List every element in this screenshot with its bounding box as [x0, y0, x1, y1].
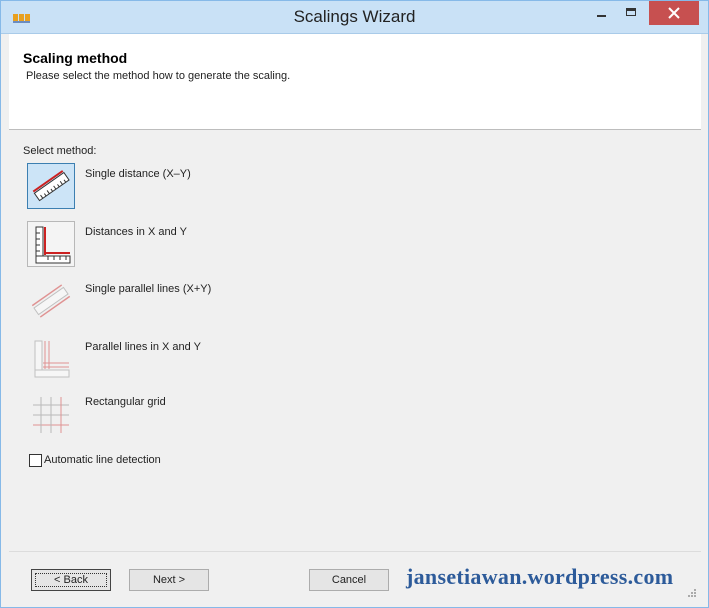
auto-line-detection-checkbox[interactable] — [29, 454, 42, 467]
single-distance-icon — [32, 170, 70, 202]
close-icon — [668, 7, 680, 19]
maximize-icon — [626, 8, 636, 16]
method-single-distance-button[interactable] — [27, 163, 75, 209]
wizard-header: Scaling method Please select the method … — [9, 34, 701, 130]
watermark-text: jansetiawan.wordpress.com — [406, 564, 674, 589]
wizard-window: Scalings Wizard Scaling method Please se… — [0, 0, 709, 608]
close-button[interactable] — [649, 1, 699, 25]
page-title: Scaling method — [23, 50, 128, 66]
next-button-label: Next > — [152, 574, 186, 586]
distances-xy-icon — [35, 226, 71, 264]
select-method-label: Select method: — [23, 145, 97, 157]
parallel-lines-xy-icon — [34, 340, 70, 378]
minimize-button[interactable] — [587, 1, 615, 25]
method-single-parallel-lines-label: Single parallel lines (X+Y) — [85, 283, 212, 295]
back-button[interactable]: < Back — [31, 569, 111, 591]
method-distances-xy-label: Distances in X and Y — [85, 226, 187, 238]
auto-line-detection-label: Automatic line detection — [44, 454, 161, 466]
single-parallel-lines-icon — [31, 284, 71, 318]
cancel-button[interactable]: Cancel — [309, 569, 389, 591]
method-distances-xy-button[interactable] — [27, 221, 75, 267]
page-subtitle: Please select the method how to generate… — [26, 70, 291, 82]
method-rectangular-grid-button[interactable] — [27, 392, 75, 438]
method-parallel-lines-xy-label: Parallel lines in X and Y — [85, 341, 201, 353]
method-rectangular-grid-label: Rectangular grid — [85, 396, 166, 408]
minimize-icon — [597, 15, 606, 17]
maximize-button[interactable] — [615, 1, 647, 25]
method-single-parallel-lines-button[interactable] — [27, 278, 75, 324]
rectangular-grid-icon — [33, 397, 69, 433]
wizard-footer: < Back Next > Cancel jansetiawan.wordpre… — [9, 551, 701, 602]
method-panel: Select method: Single distance (X–Y) Dis… — [9, 130, 701, 551]
focus-rect — [35, 573, 107, 587]
method-parallel-lines-xy-button[interactable] — [27, 336, 75, 382]
resize-grip-icon[interactable] — [687, 588, 697, 598]
next-button[interactable]: Next > — [129, 569, 209, 591]
title-bar[interactable]: Scalings Wizard — [1, 1, 708, 34]
cancel-button-label: Cancel — [331, 574, 367, 586]
method-single-distance-label: Single distance (X–Y) — [85, 168, 191, 180]
